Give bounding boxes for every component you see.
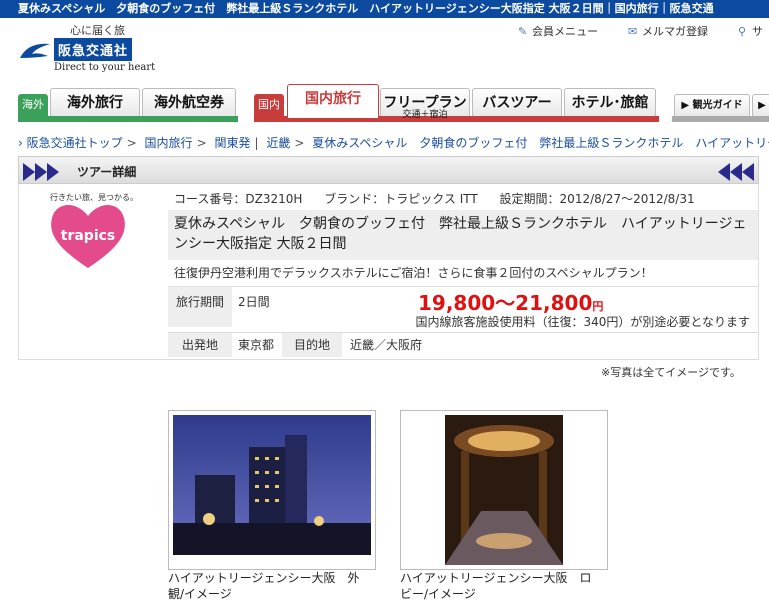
destination-value: 近畿／大阪府 bbox=[350, 338, 423, 352]
tour-brand: ブランド：トラピックス ITT bbox=[324, 192, 478, 206]
photo-lobby[interactable] bbox=[400, 410, 608, 570]
tab-free-plan[interactable]: フリープラン 交通＋宿泊 bbox=[380, 88, 470, 120]
course-number: コース番号：DZ3210H bbox=[174, 192, 303, 206]
nav-category-domestic: 国内 bbox=[254, 94, 284, 116]
hotel-lobby-image bbox=[401, 411, 607, 569]
breadcrumb-arrow-icon: › bbox=[18, 136, 23, 150]
tour-detail-header: ツアー詳細 bbox=[18, 156, 759, 184]
top-title-bar: 夏休みスペシャル 夕朝食のブッフェ付 弊社最上級Ｓランクホテル ハイアットリージ… bbox=[0, 0, 769, 18]
logo-subtitle: Direct to your heart bbox=[54, 62, 156, 73]
logo-tagline: 心に届く旅 bbox=[70, 24, 125, 37]
price: 19,800〜21,800円 bbox=[418, 291, 604, 315]
departure-destination-row: 出発地 東京都 目的地 近畿／大阪府 bbox=[168, 332, 758, 357]
mail-icon: ✉ bbox=[628, 25, 638, 38]
tour-meta: コース番号：DZ3210H ブランド：トラピックス ITT 設定期間：2012/… bbox=[174, 190, 713, 207]
airport-fee-note: 国内線旅客施設使用料（往復：340円）が別途必要となります bbox=[415, 315, 750, 329]
bird-logo-icon bbox=[20, 43, 50, 58]
guide-arrow-icon: ▶ bbox=[681, 100, 690, 111]
nav-category-overseas: 海外 bbox=[18, 94, 48, 116]
departure-value: 東京都 bbox=[238, 338, 275, 352]
tab-kanko-guide[interactable]: ▶ 観光ガイド bbox=[674, 94, 750, 116]
trapics-logo-text: trapics bbox=[61, 228, 116, 244]
tab-overseas-travel[interactable]: 海外旅行 bbox=[50, 88, 140, 116]
duration-label: 旅行期間 bbox=[168, 287, 232, 327]
tour-title: 夏休みスペシャル 夕朝食のブッフェ付 弊社最上級Ｓランクホテル ハイアットリージ… bbox=[168, 210, 758, 260]
more-arrow-icon: ▶ bbox=[758, 100, 766, 111]
trapics-heart-logo: trapics bbox=[51, 204, 125, 268]
destination-label: 目的地 bbox=[282, 333, 342, 357]
tour-period: 設定期間：2012/8/27〜2012/8/31 bbox=[499, 192, 695, 206]
breadcrumb-home[interactable]: 阪急交通社トップ bbox=[27, 136, 123, 150]
logo-brand-name: 阪急交通社 bbox=[54, 38, 133, 61]
breadcrumb-kinki[interactable]: 近畿 bbox=[266, 136, 290, 150]
duration-price-row: 旅行期間 2日間 19,800〜21,800円 国内線旅客施設使用料（往復：34… bbox=[168, 286, 758, 329]
tour-detail-title: ツアー詳細 bbox=[77, 165, 137, 179]
tour-description: 往復伊丹空港利用でデラックスホテルにご宿泊！さらに食事２回付のスペシャルプラン！ bbox=[174, 266, 653, 280]
breadcrumb-current: 夏休みスペシャル 夕朝食のブッフェ付 弊社最上級Ｓランクホテル ハイアットリー bbox=[312, 136, 769, 150]
mailmag-link[interactable]: ✉ メルマガ登録 bbox=[628, 24, 708, 40]
photo-disclaimer: ※写真は全てイメージです。 bbox=[601, 366, 741, 379]
photo-exterior-caption: ハイアットリージェンシー大阪 外 観/イメージ bbox=[168, 571, 360, 601]
company-logo[interactable]: 心に届く旅 阪急交通社 Direct to your heart bbox=[14, 22, 164, 82]
tab-more[interactable]: ▶ bbox=[752, 94, 769, 116]
sitemap-link[interactable]: ⚲ サ bbox=[738, 24, 763, 40]
photo-exterior[interactable] bbox=[168, 410, 376, 570]
global-nav: 海外 海外旅行 海外航空券 国内 国内旅行 フリープラン 交通＋宿泊 バスツアー… bbox=[0, 84, 769, 122]
tab-hotel-ryokan[interactable]: ホテル･旅館 bbox=[564, 88, 656, 116]
chevron-right-decor-icon bbox=[23, 163, 59, 181]
tab-overseas-air[interactable]: 海外航空券 bbox=[142, 88, 236, 116]
breadcrumb: › 阪急交通社トップ > 国内旅行 > 関東発 | 近畿 > 夏休みスペシャル 夕朝食の… bbox=[18, 134, 769, 151]
sitemap-icon: ⚲ bbox=[738, 25, 747, 38]
pencil-icon: ✎ bbox=[518, 25, 528, 38]
photo-lobby-caption: ハイアットリージェンシー大阪 ロ ビー/イメージ bbox=[400, 571, 592, 601]
hotel-exterior-image bbox=[169, 411, 375, 569]
chevron-left-decor-icon bbox=[718, 163, 754, 181]
breadcrumb-domestic[interactable]: 国内旅行 bbox=[145, 136, 193, 150]
breadcrumb-kanto[interactable]: 関東発 bbox=[214, 136, 250, 150]
tab-domestic-travel[interactable]: 国内旅行 bbox=[287, 84, 379, 118]
departure-label: 出発地 bbox=[168, 333, 232, 357]
duration-value: 2日間 bbox=[238, 295, 270, 309]
member-menu-link[interactable]: ✎ 会員メニュー bbox=[518, 24, 598, 40]
tab-bus-tour[interactable]: バスツアー bbox=[472, 88, 562, 116]
